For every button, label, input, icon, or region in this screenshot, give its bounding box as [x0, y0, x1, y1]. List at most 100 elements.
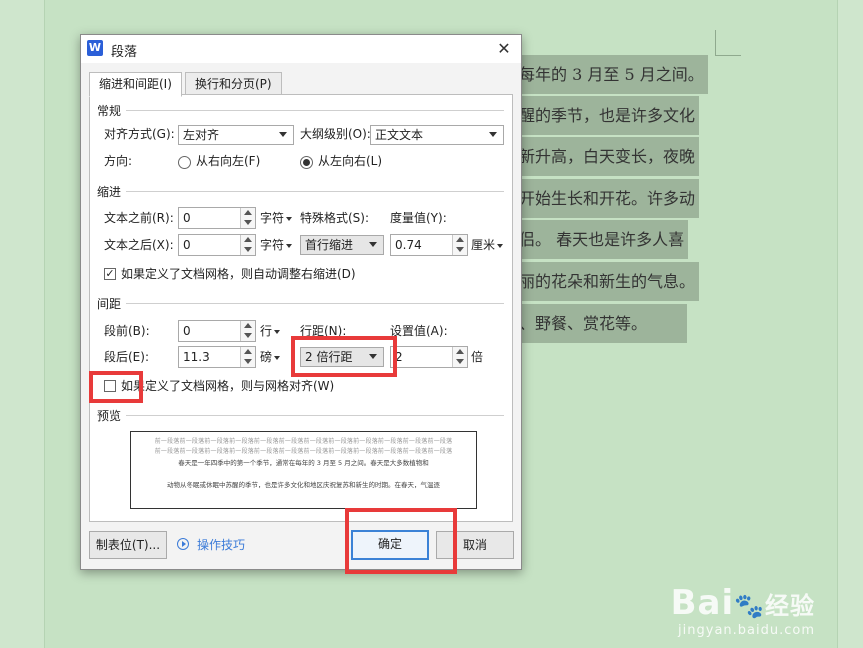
- chevron-down-icon: [369, 354, 377, 359]
- auto-adjust-label[interactable]: 如果定义了文档网格，则自动调整右缩进(D): [121, 264, 356, 284]
- spin-up-icon[interactable]: [244, 210, 252, 215]
- setting-value-label: 设置值(A):: [390, 324, 448, 338]
- watermark-brand: Bai: [670, 583, 735, 623]
- spin-up-icon[interactable]: [244, 237, 252, 242]
- spin-up-icon[interactable]: [244, 349, 252, 354]
- outline-level-label: 大纲级别(O):: [300, 127, 371, 141]
- caret-down-icon: [497, 243, 504, 248]
- tab-stops-button[interactable]: 制表位(T)...: [89, 531, 167, 559]
- measure-value: 0.74: [395, 238, 422, 252]
- indent-after-value: 0: [183, 238, 191, 252]
- chevron-down-icon: [369, 242, 377, 247]
- rtl-label[interactable]: 从右向左(F): [196, 151, 260, 171]
- indent-before-unit-text: 字符: [260, 211, 285, 225]
- cancel-button[interactable]: 取消: [436, 531, 514, 559]
- document-line: 每年的 3 月至 5 月之间。: [515, 55, 708, 94]
- spacing-after-value: 11.3: [183, 350, 210, 364]
- spacing-before-value: 0: [183, 324, 191, 338]
- setting-value-spinner[interactable]: 2: [390, 346, 468, 368]
- measure-label: 度量值(Y):: [390, 211, 447, 225]
- spin-down-icon[interactable]: [244, 333, 252, 338]
- document-line: 新升高，白天变长，夜晚: [515, 137, 700, 176]
- indent-before-spinner[interactable]: 0: [178, 207, 256, 229]
- document-line: 侣。 春天也是许多人喜: [515, 220, 689, 259]
- line-spacing-label: 行距(N):: [300, 324, 347, 338]
- indent-after-unit-text: 字符: [260, 238, 285, 252]
- preview-box: 前一段落前一段落前一段落前一段落前一段落前一段落前一段落前一段落前一段落前一段落…: [130, 431, 477, 509]
- document-line: 丽的花朵和新生的气息。: [515, 262, 700, 301]
- alignment-select[interactable]: 左对齐: [178, 125, 294, 145]
- operation-tips-link[interactable]: 操作技巧: [197, 538, 245, 552]
- setting-value-unit: 倍: [471, 350, 484, 364]
- caret-down-icon: [286, 243, 293, 248]
- dialog-title: 段落: [111, 45, 138, 60]
- rtl-radio[interactable]: [178, 156, 191, 169]
- spin-down-icon[interactable]: [244, 359, 252, 364]
- spacing-after-unit[interactable]: 磅: [260, 347, 281, 367]
- preview-previous-line: 前一段落前一段落前一段落前一段落前一段落前一段落前一段落前一段落前一段落前一段落…: [154, 448, 453, 455]
- spacing-before-label: 段前(B):: [104, 324, 150, 338]
- spin-up-icon[interactable]: [456, 237, 464, 242]
- caret-down-icon: [274, 355, 281, 360]
- preview-sample-line: 春天是一年四季中的第一个季节，通常在每年的 3 月至 5 月之间。春天是大多数植…: [178, 459, 429, 467]
- spacing-before-unit[interactable]: 行: [260, 321, 281, 341]
- indent-after-spinner[interactable]: 0: [178, 234, 256, 256]
- alignment-label: 对齐方式(G):: [104, 127, 175, 141]
- auto-adjust-checkbox[interactable]: ✓: [104, 268, 116, 280]
- spinner-buttons[interactable]: [240, 235, 255, 255]
- spin-down-icon[interactable]: [456, 247, 464, 252]
- setting-value: 2: [395, 350, 403, 364]
- section-divider: [126, 415, 504, 416]
- tab-line-page-breaks[interactable]: 换行和分页(P): [185, 72, 282, 96]
- snap-to-grid-checkbox[interactable]: [104, 380, 116, 392]
- line-spacing-select[interactable]: 2 倍行距: [300, 347, 384, 367]
- indent-before-unit[interactable]: 字符: [260, 208, 293, 228]
- indent-after-unit[interactable]: 字符: [260, 235, 293, 255]
- wps-writer-icon: W: [87, 40, 103, 56]
- chevron-down-icon: [279, 132, 287, 137]
- alignment-value: 左对齐: [183, 128, 220, 142]
- caret-down-icon: [286, 216, 293, 221]
- special-format-label: 特殊格式(S):: [300, 211, 370, 225]
- measure-spinner[interactable]: 0.74: [390, 234, 468, 256]
- spinner-buttons[interactable]: [240, 347, 255, 367]
- caret-down-icon: [274, 329, 281, 334]
- tab-indent-spacing[interactable]: 缩进和间距(I): [89, 72, 182, 97]
- watermark-url: jingyan.baidu.com: [678, 623, 815, 638]
- spin-down-icon[interactable]: [456, 359, 464, 364]
- section-divider: [126, 110, 504, 111]
- paragraph-dialog: W 段落 ✕ 缩进和间距(I) 换行和分页(P) 常规 对齐方式(G): 左对齐…: [80, 34, 522, 570]
- outline-level-value: 正文文本: [375, 128, 424, 142]
- margin-corner-mark: [715, 30, 716, 55]
- spacing-after-spinner[interactable]: 11.3: [178, 346, 256, 368]
- ltr-radio[interactable]: [300, 156, 313, 169]
- ok-button[interactable]: 确定: [351, 530, 429, 560]
- spin-down-icon[interactable]: [244, 220, 252, 225]
- spacing-before-spinner[interactable]: 0: [178, 320, 256, 342]
- special-format-select[interactable]: 首行缩进: [300, 235, 384, 255]
- tab-panel: 常规 对齐方式(G): 左对齐 大纲级别(O): 正文文本 方向: 从右向左(F…: [89, 94, 513, 522]
- close-icon[interactable]: ✕: [493, 38, 515, 60]
- snap-to-grid-label[interactable]: 如果定义了文档网格，则与网格对齐(W): [121, 376, 334, 396]
- spin-up-icon[interactable]: [456, 349, 464, 354]
- indent-after-label: 文本之后(X):: [104, 238, 174, 252]
- document-line: 、野餐、赏花等。: [515, 304, 688, 343]
- dialog-titlebar[interactable]: W 段落 ✕: [81, 35, 521, 63]
- measure-unit[interactable]: 厘米: [471, 235, 504, 255]
- spinner-buttons[interactable]: [240, 321, 255, 341]
- preview-previous-line: 前一段落前一段落前一段落前一段落前一段落前一段落前一段落前一段落前一段落前一段落…: [154, 438, 453, 445]
- section-indent-title: 缩进: [97, 185, 122, 199]
- document-line: 开始生长和开花。许多动: [515, 179, 700, 218]
- spinner-buttons[interactable]: [452, 347, 467, 367]
- ltr-label[interactable]: 从左向右(L): [318, 151, 382, 171]
- play-circle-icon[interactable]: [177, 538, 189, 550]
- special-format-value: 首行缩进: [305, 238, 354, 252]
- outline-level-select[interactable]: 正文文本: [370, 125, 504, 145]
- section-divider: [126, 191, 504, 192]
- spin-down-icon[interactable]: [244, 247, 252, 252]
- spinner-buttons[interactable]: [452, 235, 467, 255]
- spinner-buttons[interactable]: [240, 208, 255, 228]
- spin-up-icon[interactable]: [244, 323, 252, 328]
- chevron-down-icon: [489, 132, 497, 137]
- indent-before-label: 文本之前(R):: [104, 211, 174, 225]
